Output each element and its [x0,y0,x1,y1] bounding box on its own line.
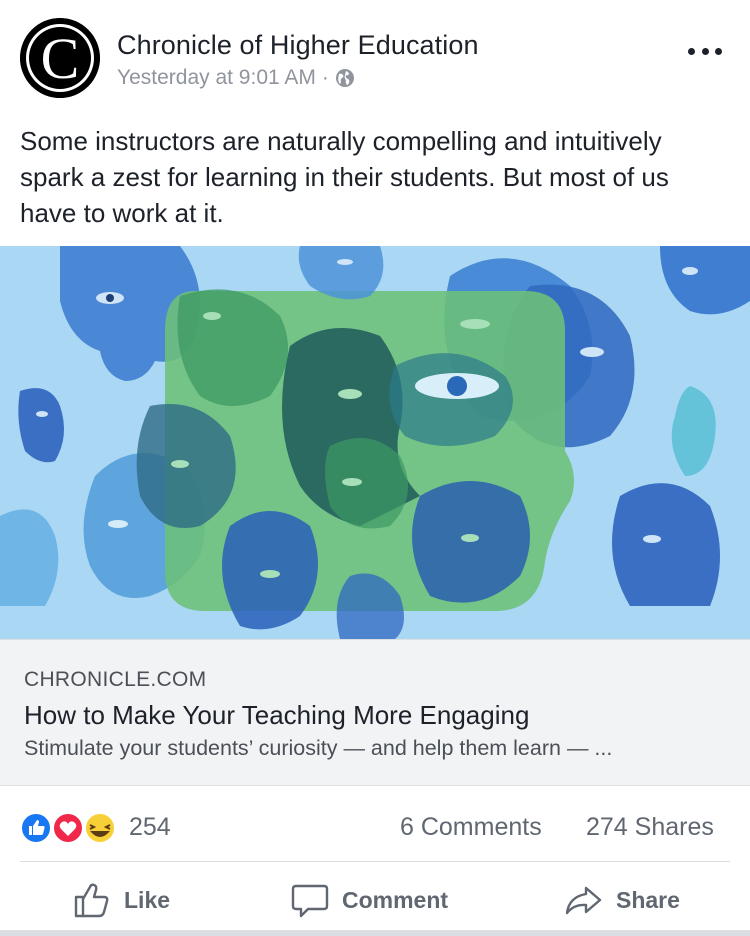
post-header: C Chronicle of Higher Education Yesterda… [0,0,750,120]
reaction-icons[interactable] [20,812,120,844]
link-preview-card[interactable]: CHRONICLE.COM How to Make Your Teaching … [0,639,750,786]
engagement-bar: 254 6 Comments 274 Shares [0,786,750,862]
link-description: Stimulate your students’ curiosity — and… [24,736,613,760]
svg-text:C: C [41,26,80,91]
more-dot [715,47,722,55]
like-button[interactable]: Like [72,880,170,920]
link-domain: CHRONICLE.COM [24,668,207,691]
meta-separator: · [321,66,329,89]
share-button[interactable]: Share [564,880,680,920]
share-arrow-icon [564,880,604,920]
haha-reaction-icon [84,812,116,844]
comment-bubble-icon [290,880,330,920]
bottom-separator [0,930,750,936]
like-label: Like [124,886,171,913]
more-dot [701,47,709,55]
link-title[interactable]: How to Make Your Teaching More Engaging [24,700,529,731]
chronicle-logo: C [20,18,100,98]
post-timestamp[interactable]: Yesterday at 9:01 AM [117,66,316,90]
more-dot [688,47,695,55]
page-avatar[interactable]: C [20,18,100,98]
post-meta: Yesterday at 9:01 AM · [117,66,355,90]
post-text: Some instructors are naturally compellin… [20,126,669,228]
like-reaction-icon [20,812,52,844]
action-bar: Like Comment Share [0,862,750,936]
page-name-link[interactable]: Chronicle of Higher Education [117,30,479,61]
comment-label: Comment [342,886,449,913]
thumbs-up-icon [72,880,112,920]
share-label: Share [616,886,680,913]
comments-count-link[interactable]: 6 Comments [400,813,542,842]
globe-icon [335,68,355,88]
comment-button[interactable]: Comment [290,880,448,920]
love-reaction-icon [52,812,84,844]
link-preview-image[interactable] [0,246,750,639]
reaction-count[interactable]: 254 [129,813,171,842]
shares-count-link[interactable]: 274 Shares [586,813,714,842]
more-options-icon[interactable] [688,36,722,66]
